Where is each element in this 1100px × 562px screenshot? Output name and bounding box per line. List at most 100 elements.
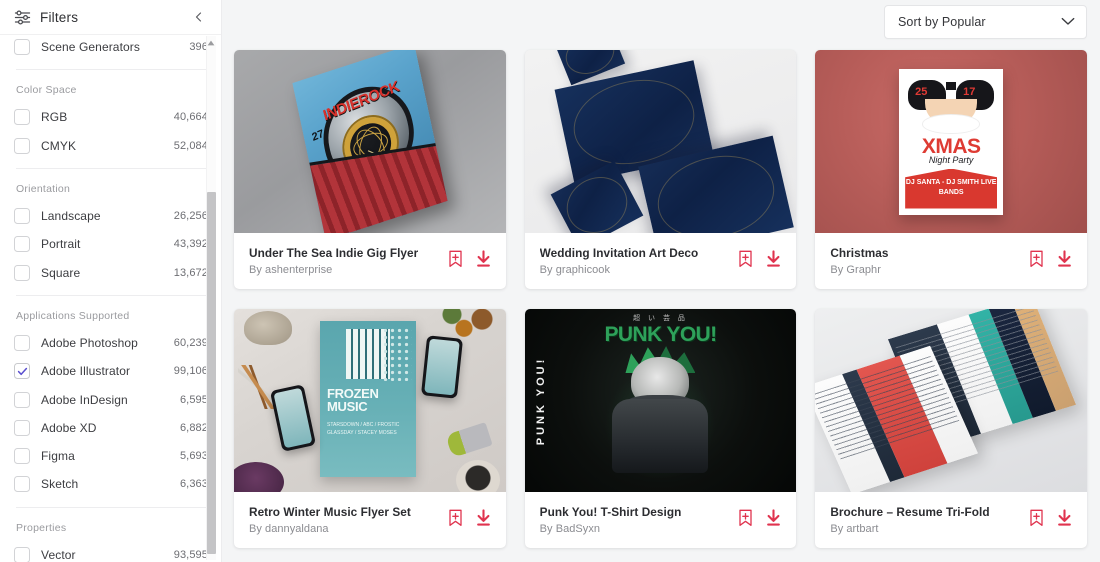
artwork-retro-winter-music-flyer: FROZEN MUSIC STARSDOWN / ABC / FROSTIC G… (234, 309, 506, 492)
filter-count: 93,595 (173, 548, 208, 561)
bookmark-plus-icon[interactable] (448, 250, 463, 273)
checkbox[interactable] (14, 236, 30, 253)
filters-header: Filters (0, 0, 221, 34)
filter-row-square[interactable]: Square 13,672 (14, 258, 208, 286)
filter-label: Figma (41, 449, 75, 464)
design-thumbnail[interactable]: 超 い 芸 品 PUNK YOU! PUNK YOU! (524, 309, 797, 492)
chevron-left-icon[interactable] (190, 8, 208, 26)
filter-label: Sketch (41, 477, 79, 492)
filters-scroll-area[interactable]: Scene Generators 396 Color Space RGB 40,… (0, 34, 222, 562)
filter-count: 99,106 (173, 365, 208, 378)
artwork-brochure-resume-trifold (815, 309, 1087, 492)
filter-label: Adobe InDesign (41, 392, 128, 407)
filter-row-portrait[interactable]: Portrait 43,392 (14, 230, 208, 258)
checkbox[interactable] (14, 39, 30, 56)
filter-label: Square (41, 265, 81, 280)
group-label: Properties (16, 521, 67, 534)
design-author: By BadSyxn (539, 523, 601, 535)
design-thumbnail[interactable] (524, 50, 797, 233)
filter-count: 13,672 (173, 266, 208, 279)
download-icon[interactable] (475, 249, 492, 273)
filter-row-adobe-indesign[interactable]: Adobe InDesign 6,595 (14, 385, 208, 413)
filter-row-cmyk[interactable]: CMYK 52,084 (14, 132, 208, 160)
checkbox[interactable] (14, 391, 30, 408)
artwork-christmas-flyer: 25 17 XMAS Night Party DJ SANTA - DJ SMI… (815, 50, 1087, 233)
filter-count: 26,256 (173, 210, 208, 223)
design-card[interactable]: Wedding Invitation Art Deco By graphicoo… (524, 50, 797, 289)
divider (16, 294, 206, 296)
artwork-left-day: 25 (915, 85, 928, 98)
design-card[interactable]: 超 い 芸 品 PUNK YOU! PUNK YOU! Punk You! T-… (524, 309, 797, 548)
design-thumbnail[interactable]: 25 17 XMAS Night Party DJ SANTA - DJ SMI… (815, 50, 1087, 233)
artwork-subtitle: Night Party (928, 154, 974, 165)
artwork-punk-you-tshirt: 超 い 芸 品 PUNK YOU! PUNK YOU! (524, 309, 797, 492)
sidebar-scrollbar-thumb[interactable] (207, 192, 216, 554)
design-card[interactable]: INDIEROCK 27 Under The Sea Indie Gig Fly… (234, 50, 506, 289)
filter-row-figma[interactable]: Figma 5,693 (14, 442, 208, 470)
design-thumbnail[interactable] (815, 309, 1087, 492)
artwork-credits: STARSDOWN / ABC / FROSTIC GLASSDAY / STA… (327, 422, 400, 436)
sort-dropdown[interactable]: Sort by Popular (884, 5, 1087, 39)
artwork-title: PUNK YOU! (604, 323, 717, 346)
checkbox[interactable] (14, 419, 30, 436)
filter-row-vector[interactable]: Vector 93,595 (14, 541, 208, 562)
design-title: Under The Sea Indie Gig Flyer (249, 246, 419, 260)
bookmark-plus-icon[interactable] (1029, 509, 1044, 532)
artwork-right-day: 17 (963, 85, 976, 98)
design-author: By Graphr (830, 264, 881, 276)
design-card[interactable]: FROZEN MUSIC STARSDOWN / ABC / FROSTIC G… (234, 309, 506, 548)
filter-row-sketch[interactable]: Sketch 6,363 (14, 470, 208, 498)
design-thumbnail[interactable]: INDIEROCK 27 (234, 50, 506, 233)
results-area: Sort by Popular INDIEROCK 27 Under The S… (222, 0, 1100, 562)
sort-dropdown-value: Sort by Popular (898, 15, 986, 29)
filter-group-orientation: Orientation Landscape 26,256 Portrait 43… (14, 183, 208, 287)
filter-row-scene-generators[interactable]: Scene Generators 396 (14, 34, 208, 61)
filter-group-color-space: Color Space RGB 40,664 CMYK 52,084 (14, 84, 208, 160)
checkbox[interactable] (14, 208, 30, 225)
download-icon[interactable] (1056, 508, 1073, 532)
caret-up-icon[interactable] (206, 38, 216, 48)
download-icon[interactable] (1056, 249, 1073, 273)
checkbox[interactable] (14, 109, 30, 126)
artwork-under-the-sea-gig-flyer: INDIEROCK 27 (234, 50, 506, 233)
design-card[interactable]: 25 17 XMAS Night Party DJ SANTA - DJ SMI… (815, 50, 1087, 289)
filter-row-adobe-photoshop[interactable]: Adobe Photoshop 60,239 (14, 329, 208, 357)
checkbox[interactable] (14, 546, 30, 562)
design-title: Wedding Invitation Art Deco (539, 246, 699, 260)
divider (16, 167, 206, 169)
filter-count: 6,595 (179, 393, 208, 406)
filter-count: 43,392 (173, 238, 208, 251)
filter-label: Landscape (41, 209, 101, 224)
filter-label: Portrait (41, 237, 81, 252)
checkbox[interactable] (14, 137, 30, 154)
checkbox[interactable] (14, 264, 30, 281)
artwork-line-2: MUSIC (327, 399, 368, 414)
filter-row-adobe-illustrator[interactable]: Adobe Illustrator 99,106 (14, 357, 208, 385)
bookmark-plus-icon[interactable] (738, 250, 753, 273)
bookmark-plus-icon[interactable] (738, 509, 753, 532)
bookmark-plus-icon[interactable] (448, 509, 463, 532)
design-thumbnail[interactable]: FROZEN MUSIC STARSDOWN / ABC / FROSTIC G… (234, 309, 506, 492)
filter-count: 60,239 (173, 336, 208, 349)
download-icon[interactable] (475, 508, 492, 532)
design-author: By ashenterprise (249, 264, 333, 276)
checkbox-checked[interactable] (14, 363, 30, 380)
bookmark-plus-icon[interactable] (1029, 250, 1044, 273)
filter-group-applications-supported: Applications Supported Adobe Photoshop 6… (14, 310, 208, 499)
checkbox[interactable] (14, 334, 30, 351)
filters-sidebar: Filters Scene Generators 396 Color Space (0, 0, 222, 562)
chevron-down-icon (1061, 13, 1075, 31)
filter-row-rgb[interactable]: RGB 40,664 (14, 103, 208, 131)
download-icon[interactable] (765, 508, 782, 532)
filter-row-adobe-xd[interactable]: Adobe XD 6,882 (14, 414, 208, 442)
design-card[interactable]: Brochure – Resume Tri-Fold By artbart (815, 309, 1087, 548)
checkbox[interactable] (14, 448, 30, 465)
download-icon[interactable] (765, 249, 782, 273)
filter-row-landscape[interactable]: Landscape 26,256 (14, 202, 208, 230)
filter-count: 52,084 (173, 139, 208, 152)
filter-count: 6,363 (179, 478, 208, 491)
design-title: Retro Winter Music Flyer Set (249, 505, 411, 519)
filter-label: Vector (41, 547, 76, 562)
group-label: Applications Supported (16, 309, 130, 322)
checkbox[interactable] (14, 476, 30, 493)
